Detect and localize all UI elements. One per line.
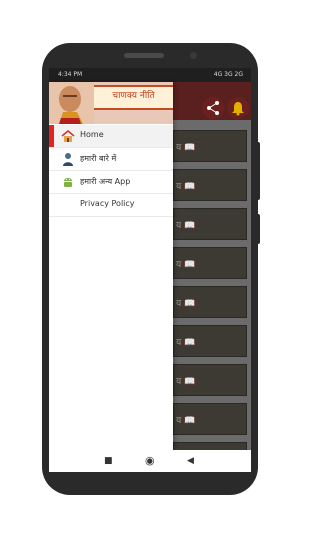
volume-button [256, 142, 260, 200]
speaker-grill [124, 53, 164, 58]
back-button[interactable]: ◀ [187, 456, 194, 466]
list-item[interactable]: य 📖 [173, 208, 247, 240]
drawer-item-about[interactable]: हमारी बारे में [49, 148, 173, 170]
portrait-icon [49, 82, 94, 124]
drawer-item-label: हमारी बारे में [80, 154, 117, 163]
list-item[interactable]: य 📖 [173, 325, 247, 357]
drawer-item-home[interactable]: Home [49, 125, 173, 147]
android-icon [64, 178, 72, 187]
recents-button[interactable]: ■ [104, 456, 113, 466]
home-icon [61, 130, 75, 142]
divider [49, 216, 173, 217]
list-item[interactable]: य 📖 [173, 169, 247, 201]
status-indicators: 4G 3G 2G [213, 71, 243, 78]
drawer-header: चाणक्य नीति [49, 82, 173, 124]
list-item[interactable]: य 📖 [173, 286, 247, 318]
status-time: 4:34 PM [58, 71, 83, 78]
app-title-banner: चाणक्य नीति [94, 85, 173, 110]
system-nav-bar: ■ ◉ ◀ [49, 450, 251, 472]
list-item[interactable]: य 📖 [173, 403, 247, 435]
home-button[interactable]: ◉ [145, 454, 155, 467]
drawer-item-privacy-policy[interactable]: Privacy Policy [49, 194, 173, 216]
drawer-item-label: हमारी अन्य App [80, 177, 131, 186]
list-item[interactable]: य 📖 [173, 130, 247, 162]
power-button [256, 214, 260, 244]
navigation-drawer: चाणक्य नीति Home हमारी बारे में हमारी अन… [49, 82, 173, 450]
chanakya-portrait [49, 82, 94, 124]
notification-button[interactable] [227, 97, 249, 119]
front-camera [190, 52, 197, 59]
bell-icon [232, 102, 244, 116]
share-icon [207, 101, 219, 115]
phone-screen: 4:34 PM 4G 3G 2G य 📖 य 📖 य 📖 य 📖 य 📖 य 📖… [49, 68, 251, 472]
drawer-item-label: Privacy Policy [80, 199, 135, 208]
active-indicator [49, 125, 54, 147]
list-item[interactable]: य 📖 [173, 247, 247, 279]
share-button[interactable] [202, 97, 224, 119]
status-bar: 4:34 PM 4G 3G 2G [49, 68, 251, 82]
person-icon [63, 153, 73, 166]
drawer-item-other-apps[interactable]: हमारी अन्य App [49, 171, 173, 193]
drawer-item-label: Home [80, 130, 104, 139]
list-item[interactable]: य 📖 [173, 364, 247, 396]
